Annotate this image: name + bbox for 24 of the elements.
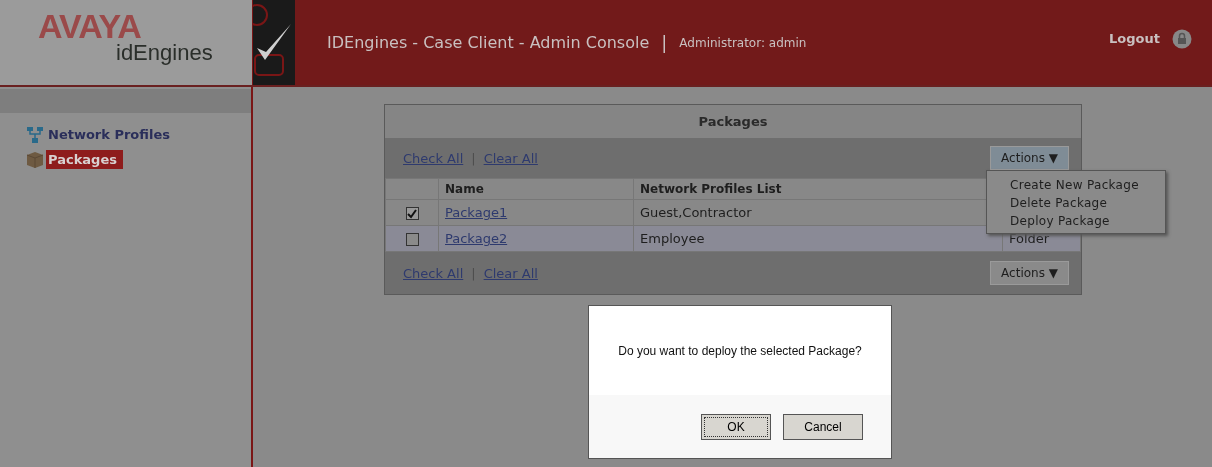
actions-button[interactable]: Actions ▼ [990,261,1069,285]
logout-link[interactable]: Logout [1109,31,1160,46]
checkbox[interactable] [405,207,419,220]
actions-button[interactable]: Actions ▼ [990,146,1069,170]
panel-title: Packages [385,105,1081,138]
network-icon [26,126,44,143]
logo: AVAYA idEngines [0,0,253,85]
sidebar-item[interactable]: Packages [46,150,123,169]
checkbox[interactable] [405,233,419,246]
column-header: Name [438,178,634,200]
package-link[interactable]: Package1 [445,205,508,220]
sidebar-item[interactable]: Network Profiles [46,125,176,144]
separator: | [661,32,668,53]
table-cell: Folder [1009,231,1050,246]
app-title: IDEngines - Case Client - Admin Console [327,33,650,52]
package-link[interactable]: Package2 [445,231,508,246]
dialog-message: Do you want to deploy the selected Package? [617,342,863,360]
cancel-button[interactable]: Cancel [783,413,863,440]
ok-button[interactable]: OK [701,413,771,440]
user-label: Administrator: admin [679,35,807,50]
lock-icon[interactable] [1172,28,1192,49]
separator: | [471,150,476,166]
separator: | [471,265,476,281]
box-icon [26,150,44,169]
